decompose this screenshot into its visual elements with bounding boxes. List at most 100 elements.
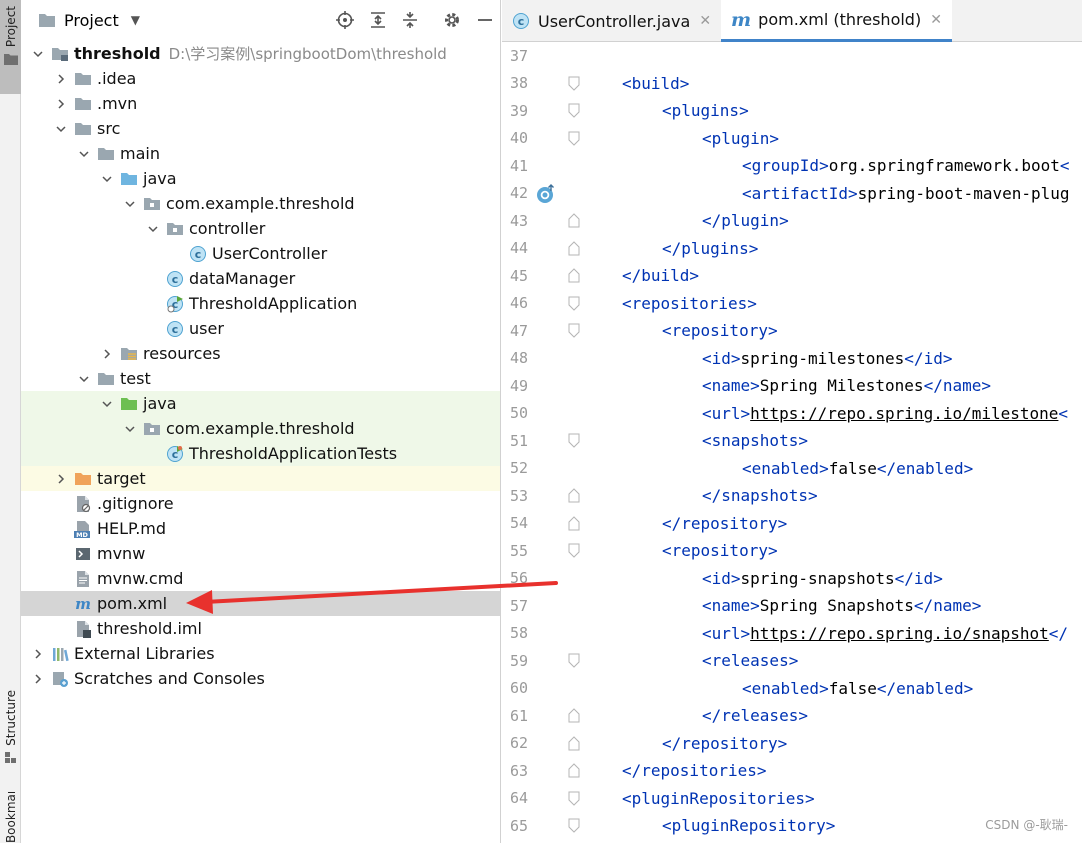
- chevron-down-icon[interactable]: [123, 422, 137, 436]
- fold-open-icon[interactable]: [568, 433, 580, 448]
- tree-item-idea[interactable]: .idea: [21, 66, 500, 91]
- tree-item-thresholdapplicationtests[interactable]: c ThresholdApplicationTests: [21, 441, 500, 466]
- fold-open-icon[interactable]: [568, 76, 580, 91]
- tree-item-threshold-iml[interactable]: threshold.iml: [21, 616, 500, 641]
- fold-open-icon[interactable]: [568, 131, 580, 146]
- tree-item-mvn[interactable]: .mvn: [21, 91, 500, 116]
- code-text: <pluginRepository>: [662, 816, 835, 835]
- fold-open-icon[interactable]: [568, 103, 580, 118]
- structure-tool-tab[interactable]: Structure: [0, 686, 21, 776]
- fold-open-icon[interactable]: [568, 323, 580, 338]
- url-link[interactable]: https://repo.spring.io/snapshot: [750, 624, 1049, 643]
- line-number: 51: [509, 431, 528, 450]
- tree-item-com-example-threshold[interactable]: com.example.threshold: [21, 191, 500, 216]
- code-text: </repositories>: [622, 761, 767, 780]
- xml-tag: <: [1059, 156, 1070, 175]
- tree-item-main[interactable]: main: [21, 141, 500, 166]
- tree-item-test[interactable]: test: [21, 366, 500, 391]
- fold-close-icon[interactable]: [568, 213, 580, 228]
- line-number: 41: [509, 156, 528, 175]
- code-line: 62 </repository>: [502, 730, 1082, 757]
- fold-close-icon[interactable]: [568, 240, 580, 256]
- minimize-icon[interactable]: [476, 11, 494, 29]
- fold-open-icon[interactable]: [568, 296, 580, 311]
- tree-item-usercontroller[interactable]: c UserController: [21, 241, 500, 266]
- tree-item-java[interactable]: java: [21, 391, 500, 416]
- maven-file-icon: m: [731, 8, 752, 31]
- tree-item-resources[interactable]: resources: [21, 341, 500, 366]
- project-tool-tab[interactable]: Project: [0, 0, 21, 94]
- project-view-selector[interactable]: Project ▼: [38, 11, 140, 30]
- tree-item-scratches-and-consoles[interactable]: Scratches and Consoles: [21, 666, 500, 691]
- gear-icon[interactable]: [443, 11, 461, 29]
- editor-tab-pom-xml[interactable]: m pom.xml (threshold) ✕: [721, 0, 952, 42]
- chevron-down-icon[interactable]: [100, 172, 114, 186]
- fold-open-icon[interactable]: [568, 653, 580, 668]
- tree-item-label: controller: [189, 219, 266, 238]
- chevron-down-icon[interactable]: [146, 222, 160, 236]
- tree-item-mvnw[interactable]: mvnw: [21, 541, 500, 566]
- chevron-down-icon[interactable]: [123, 197, 137, 211]
- code-text: <groupId>org.springframework.boot<: [742, 156, 1070, 175]
- chevron-right-icon[interactable]: [31, 672, 45, 686]
- tree-item-threshold[interactable]: threshold D:\学习案例\springbootDom\threshold: [21, 41, 500, 66]
- close-icon[interactable]: ✕: [930, 12, 942, 28]
- override-marker-icon[interactable]: [536, 183, 556, 204]
- fold-close-icon[interactable]: [568, 268, 580, 283]
- tree-item-controller[interactable]: controller: [21, 216, 500, 241]
- chevron-right-icon[interactable]: [100, 347, 114, 361]
- xml-tag: <build>: [622, 73, 690, 93]
- tree-item-com-example-threshold[interactable]: com.example.threshold: [21, 416, 500, 441]
- xml-tag: <releases>: [702, 651, 799, 670]
- code-text: </repository>: [662, 734, 787, 753]
- svg-text:MD: MD: [76, 531, 88, 538]
- xml-tag: <enabled>: [742, 458, 829, 478]
- code-line: 60 <enabled>false</enabled>: [502, 675, 1082, 702]
- svg-text:c: c: [172, 323, 179, 336]
- chevron-right-icon[interactable]: [54, 97, 68, 111]
- chevron-down-icon[interactable]: [77, 147, 91, 161]
- tree-item-label: Scratches and Consoles: [74, 669, 265, 688]
- fold-open-icon[interactable]: [568, 818, 580, 833]
- fold-close-icon[interactable]: [568, 763, 580, 778]
- line-number: 49: [509, 376, 528, 395]
- chevron-right-icon[interactable]: [54, 472, 68, 486]
- tree-item-label: java: [143, 394, 177, 413]
- tree-item-java[interactable]: java: [21, 166, 500, 191]
- code-line: 45 </build>: [502, 262, 1082, 289]
- editor-tab-usercontroller[interactable]: c UserController.java ✕: [502, 0, 721, 42]
- locate-icon[interactable]: [336, 11, 354, 29]
- url-link[interactable]: https://repo.spring.io/milestone: [750, 404, 1058, 423]
- tree-item-help-md[interactable]: MD HELP.md: [21, 516, 500, 541]
- tree-item-thresholdapplication[interactable]: c ThresholdApplication: [21, 291, 500, 316]
- chevron-right-icon[interactable]: [54, 72, 68, 86]
- close-icon[interactable]: ✕: [699, 13, 711, 29]
- fold-close-icon[interactable]: [568, 515, 580, 531]
- expand-all-icon[interactable]: [369, 11, 387, 29]
- tree-item-gitignore[interactable]: .gitignore: [21, 491, 500, 516]
- chevron-down-icon[interactable]: [77, 372, 91, 386]
- fold-close-icon[interactable]: [568, 708, 580, 723]
- chevron-down-icon[interactable]: [100, 397, 114, 411]
- chevron-right-icon[interactable]: [31, 647, 45, 661]
- tree-item-external-libraries[interactable]: External Libraries: [21, 641, 500, 666]
- fold-open-icon[interactable]: [568, 543, 580, 558]
- fold-close-icon[interactable]: [568, 488, 580, 503]
- code-text: <build>: [622, 74, 689, 93]
- tree-item-user[interactable]: c user: [21, 316, 500, 341]
- xml-tag: <pluginRepository>: [662, 816, 836, 835]
- project-panel: Project ▼ threshold D:\学习案例\springbootDom…: [21, 0, 501, 843]
- fold-close-icon[interactable]: [568, 735, 580, 751]
- tree-item-src[interactable]: src: [21, 116, 500, 141]
- fold-open-icon[interactable]: [568, 791, 580, 806]
- iml-file-icon: [74, 620, 92, 638]
- tree-item-pom-xml[interactable]: m pom.xml: [21, 591, 500, 616]
- tree-item-mvnw-cmd[interactable]: mvnw.cmd: [21, 566, 500, 591]
- bookmarks-tool-tab[interactable]: Bookmarks: [0, 792, 21, 843]
- tree-item-target[interactable]: target: [21, 466, 500, 491]
- tree-item-datamanager[interactable]: c dataManager: [21, 266, 500, 291]
- chevron-down-icon[interactable]: [54, 122, 68, 136]
- tree-item-label: src: [97, 119, 121, 138]
- collapse-all-icon[interactable]: [401, 11, 419, 29]
- chevron-down-icon[interactable]: [31, 47, 45, 61]
